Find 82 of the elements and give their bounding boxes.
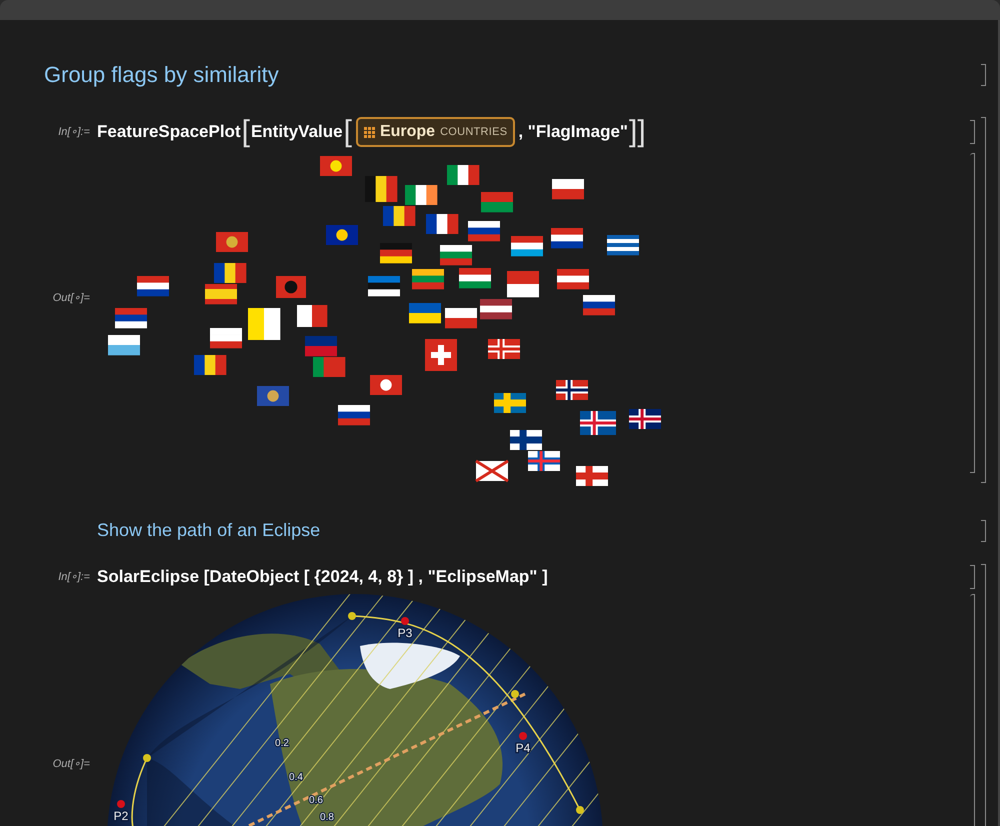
point-label: P4 bbox=[516, 740, 530, 754]
cell-label: In[∘]:= bbox=[58, 124, 90, 140]
flag-icon bbox=[338, 405, 370, 426]
cell-bracket[interactable] bbox=[970, 594, 975, 826]
flag-icon bbox=[365, 176, 398, 202]
cell-label: In[∘]:= bbox=[58, 570, 90, 584]
flag-icon bbox=[257, 386, 289, 406]
cell-bracket[interactable] bbox=[981, 520, 986, 542]
point-label: P2 bbox=[114, 808, 128, 822]
code-text: FeatureSpacePlot bbox=[97, 121, 241, 144]
flag-icon bbox=[557, 269, 589, 290]
code-bracket: [ bbox=[342, 119, 353, 145]
flag-icon bbox=[426, 214, 458, 234]
flag-icon bbox=[115, 308, 147, 328]
point-label: P3 bbox=[398, 626, 412, 640]
flag-icon bbox=[210, 328, 242, 348]
flag-icon bbox=[194, 355, 226, 375]
flag-icon bbox=[276, 276, 306, 298]
flag-icon bbox=[380, 243, 412, 264]
flag-icon bbox=[370, 375, 402, 395]
grid-icon bbox=[364, 126, 375, 138]
flag-icon bbox=[445, 308, 477, 328]
code-bracket: ]] bbox=[628, 119, 647, 145]
contour-label: 0.8 bbox=[320, 812, 334, 822]
cell-bracket[interactable] bbox=[981, 64, 986, 86]
code-text: , "FlagImage" bbox=[518, 121, 628, 144]
flag-icon bbox=[556, 380, 588, 400]
flag-icon bbox=[320, 156, 352, 176]
flag-icon bbox=[409, 303, 441, 324]
flag-icon bbox=[383, 206, 416, 226]
flag-icon bbox=[108, 335, 140, 356]
flag-icon bbox=[440, 245, 472, 266]
flag-icon bbox=[583, 295, 615, 316]
flag-icon bbox=[412, 269, 444, 290]
flag-icon bbox=[405, 185, 438, 205]
flag-icon bbox=[580, 411, 616, 435]
cell-bracket[interactable] bbox=[981, 564, 986, 826]
cell-bracket[interactable] bbox=[970, 564, 975, 589]
flag-icon bbox=[494, 393, 526, 413]
entity-label: Europe bbox=[380, 122, 436, 142]
flag-icon bbox=[551, 228, 583, 248]
flag-icon bbox=[425, 339, 457, 371]
flag-icon bbox=[248, 308, 280, 340]
flag-icon bbox=[305, 336, 337, 356]
cell-bracket[interactable] bbox=[970, 120, 975, 144]
flag-icon bbox=[368, 276, 400, 296]
cell-label: Out[∘]= bbox=[52, 756, 90, 772]
entity-chip[interactable]: Europe COUNTRIES bbox=[356, 117, 516, 147]
flag-icon bbox=[576, 466, 608, 486]
cell-label: Out[∘]= bbox=[52, 291, 90, 306]
flag-icon bbox=[447, 165, 480, 185]
flag-icon bbox=[511, 236, 543, 256]
cell-bracket[interactable] bbox=[981, 117, 986, 483]
section-heading: Group flags by similarity bbox=[44, 61, 279, 89]
section-heading: Show the path of an Eclipse bbox=[97, 519, 320, 542]
flag-icon bbox=[326, 225, 358, 245]
cell-bracket[interactable] bbox=[970, 153, 975, 473]
code-bracket: [ bbox=[240, 119, 251, 145]
contour-label: 0.6 bbox=[309, 794, 323, 806]
flag-icon bbox=[205, 284, 237, 304]
flag-icon bbox=[507, 271, 539, 298]
flag-icon bbox=[214, 263, 246, 283]
flag-icon bbox=[480, 299, 512, 320]
code-text: EntityValue bbox=[250, 121, 343, 144]
contour-label: 0.2 bbox=[275, 738, 289, 748]
flag-icon bbox=[510, 430, 542, 450]
flag-icon bbox=[216, 232, 248, 252]
flag-icon bbox=[552, 179, 584, 200]
flag-icon bbox=[297, 305, 328, 327]
flag-icon bbox=[488, 339, 520, 359]
flag-icon bbox=[481, 192, 513, 212]
flag-icon bbox=[629, 409, 661, 429]
code-text: SolarEclipse [DateObject [ {2024, 4, 8} ] , "EclipseMap" ] bbox=[97, 566, 548, 588]
flag-icon bbox=[313, 357, 346, 377]
flag-icon bbox=[607, 235, 639, 256]
flag-icon bbox=[137, 276, 169, 296]
contour-label: 0.4 bbox=[289, 772, 303, 782]
flag-icon bbox=[474, 460, 510, 482]
flag-icon bbox=[468, 221, 500, 242]
flag-icon bbox=[528, 451, 560, 471]
flag-icon bbox=[459, 268, 491, 288]
entity-type: COUNTRIES bbox=[440, 124, 508, 140]
